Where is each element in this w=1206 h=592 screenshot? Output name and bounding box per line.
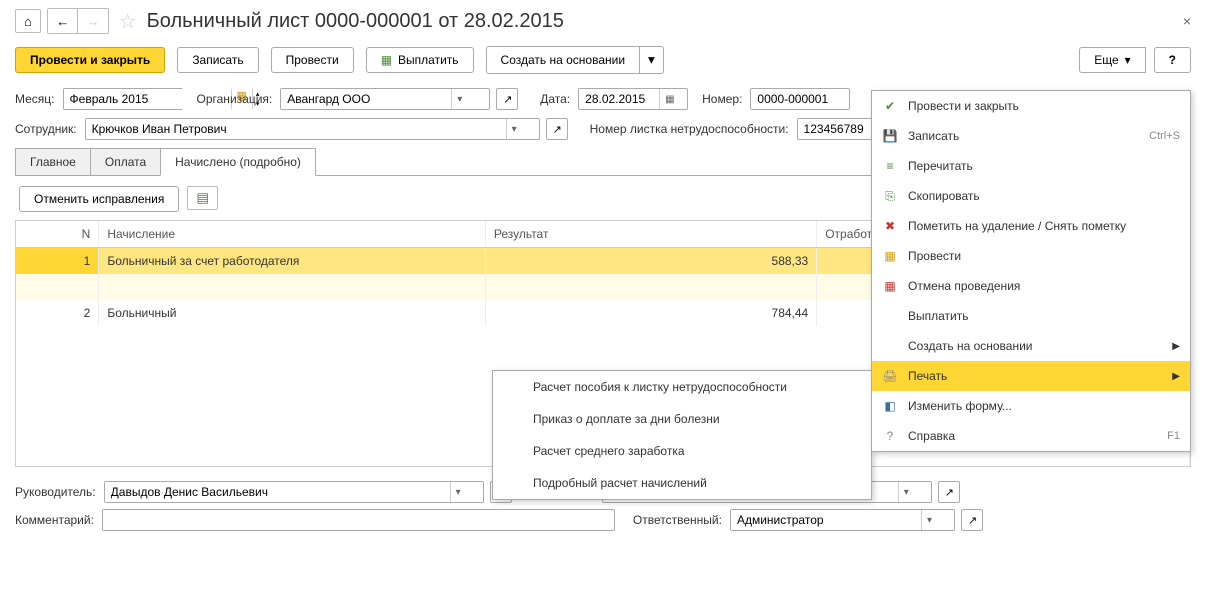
menu-label: Перечитать	[908, 159, 1180, 173]
menu-label: Пометить на удаление / Снять пометку	[908, 219, 1180, 233]
employee-label: Сотрудник:	[15, 122, 77, 136]
menu-label: Выплатить	[908, 309, 1180, 323]
dropdown-icon[interactable]: ▾	[506, 119, 522, 139]
menu-label: Скопировать	[908, 189, 1180, 203]
org-input[interactable]	[281, 89, 451, 109]
menu-icon: ▦	[882, 248, 898, 264]
org-label: Организация:	[197, 92, 273, 106]
main-toolbar: Провести и закрыть Записать Провести ▦ В…	[15, 46, 1191, 74]
more-dropdown[interactable]: Еще ▾	[1079, 47, 1145, 73]
submenu-item[interactable]: Подробный расчет начислений	[493, 467, 871, 499]
menu-item[interactable]: Создать на основании ▶	[872, 331, 1190, 361]
dropdown-icon[interactable]: ▾	[898, 482, 914, 502]
write-button[interactable]: Записать	[177, 47, 258, 73]
chevron-down-icon[interactable]: ▾	[640, 46, 664, 74]
favorite-icon[interactable]: ☆	[115, 9, 141, 34]
manager-label: Руководитель:	[15, 485, 96, 499]
number-label: Номер:	[702, 92, 742, 106]
menu-icon: ✔	[882, 98, 898, 114]
menu-item[interactable]: ▦ Провести	[872, 241, 1190, 271]
number-input[interactable]	[751, 89, 846, 109]
menu-item[interactable]: ⎘ Скопировать	[872, 181, 1190, 211]
menu-item[interactable]: ? Справка F1	[872, 421, 1190, 451]
comment-input[interactable]	[103, 510, 611, 530]
dropdown-icon[interactable]: ▾	[450, 482, 466, 502]
tab-main[interactable]: Главное	[15, 148, 91, 175]
menu-item[interactable]: 💾 Записать Ctrl+S	[872, 121, 1190, 151]
menu-label: Печать	[908, 369, 1162, 383]
menu-icon: ⎘	[882, 188, 898, 204]
pay-icon: ▦	[381, 53, 392, 67]
menu-icon: ▦	[882, 278, 898, 294]
menu-icon: 💾	[882, 128, 898, 144]
header: ⌂ ← → ☆ Больничный лист 0000-000001 от 2…	[15, 8, 1191, 34]
dropdown-icon[interactable]: ▾	[451, 89, 467, 109]
sick-num-label: Номер листка нетрудоспособности:	[590, 122, 789, 136]
menu-label: Записать	[908, 129, 1139, 143]
col-result[interactable]: Результат	[485, 221, 816, 248]
more-menu: ✔ Провести и закрыть 💾 Записать Ctrl+S ≡ Переч…	[871, 90, 1191, 452]
menu-icon: ≡	[882, 158, 898, 174]
responsible-input[interactable]	[731, 510, 921, 530]
col-accrual[interactable]: Начисление	[99, 221, 486, 248]
calendar-icon[interactable]: ▦	[659, 89, 679, 109]
chevron-down-icon: ▾	[1125, 53, 1131, 67]
print-submenu: Расчет пособия к листку нетрудоспособнос…	[492, 370, 872, 500]
comment-label: Комментарий:	[15, 513, 94, 527]
chevron-right-icon: ▶	[1172, 341, 1180, 352]
card-button[interactable]: ▤	[187, 186, 218, 210]
manager-input[interactable]	[105, 482, 450, 502]
menu-shortcut: F1	[1167, 430, 1180, 442]
create-based-dropdown[interactable]: Создать на основании ▾	[486, 46, 664, 74]
menu-label: Провести	[908, 249, 1180, 263]
menu-icon: ◧	[882, 398, 898, 414]
menu-icon: 🖨	[882, 368, 898, 384]
menu-icon	[882, 338, 898, 354]
submenu-item[interactable]: Расчет среднего заработка	[493, 435, 871, 467]
menu-label: Создать на основании	[908, 339, 1162, 353]
menu-icon: ✖	[882, 218, 898, 234]
employee-input[interactable]	[86, 119, 506, 139]
forward-button[interactable]: →	[78, 9, 107, 33]
date-input[interactable]	[579, 89, 659, 109]
open-icon[interactable]: ↗	[938, 481, 960, 503]
menu-label: Справка	[908, 429, 1157, 443]
help-button[interactable]: ?	[1154, 47, 1191, 73]
col-n[interactable]: N	[16, 221, 99, 248]
menu-label: Провести и закрыть	[908, 99, 1180, 113]
home-button[interactable]: ⌂	[15, 9, 41, 33]
menu-icon: ?	[882, 428, 898, 444]
menu-item[interactable]: ◧ Изменить форму...	[872, 391, 1190, 421]
menu-label: Отмена проведения	[908, 279, 1180, 293]
open-icon[interactable]: ↗	[961, 509, 983, 531]
open-icon[interactable]: ↗	[496, 88, 518, 110]
month-label: Месяц:	[15, 92, 55, 106]
menu-shortcut: Ctrl+S	[1149, 130, 1180, 142]
post-close-button[interactable]: Провести и закрыть	[15, 47, 165, 73]
tab-payment[interactable]: Оплата	[90, 148, 161, 175]
date-label: Дата:	[540, 92, 570, 106]
cancel-fix-button[interactable]: Отменить исправления	[19, 186, 179, 212]
menu-item[interactable]: ✔ Провести и закрыть	[872, 91, 1190, 121]
back-button[interactable]: ←	[48, 9, 78, 33]
menu-icon	[882, 308, 898, 324]
menu-item[interactable]: ▦ Отмена проведения	[872, 271, 1190, 301]
chevron-right-icon: ▶	[1172, 371, 1180, 382]
responsible-label: Ответственный:	[633, 513, 722, 527]
tab-accrued[interactable]: Начислено (подробно)	[160, 148, 316, 176]
post-button[interactable]: Провести	[271, 47, 354, 73]
menu-label: Изменить форму...	[908, 399, 1180, 413]
nav-group: ← →	[47, 8, 109, 34]
menu-item[interactable]: ≡ Перечитать	[872, 151, 1190, 181]
dropdown-icon[interactable]: ▾	[921, 510, 937, 530]
menu-item[interactable]: Выплатить	[872, 301, 1190, 331]
submenu-item[interactable]: Приказ о доплате за дни болезни	[493, 403, 871, 435]
pay-button[interactable]: ▦ Выплатить	[366, 47, 474, 73]
submenu-item[interactable]: Расчет пособия к листку нетрудоспособнос…	[493, 371, 871, 403]
close-button[interactable]: ×	[1183, 13, 1191, 29]
page-title: Больничный лист 0000-000001 от 28.02.201…	[147, 10, 564, 33]
open-icon[interactable]: ↗	[546, 118, 568, 140]
menu-item[interactable]: 🖨 Печать ▶	[872, 361, 1190, 391]
menu-item[interactable]: ✖ Пометить на удаление / Снять пометку	[872, 211, 1190, 241]
